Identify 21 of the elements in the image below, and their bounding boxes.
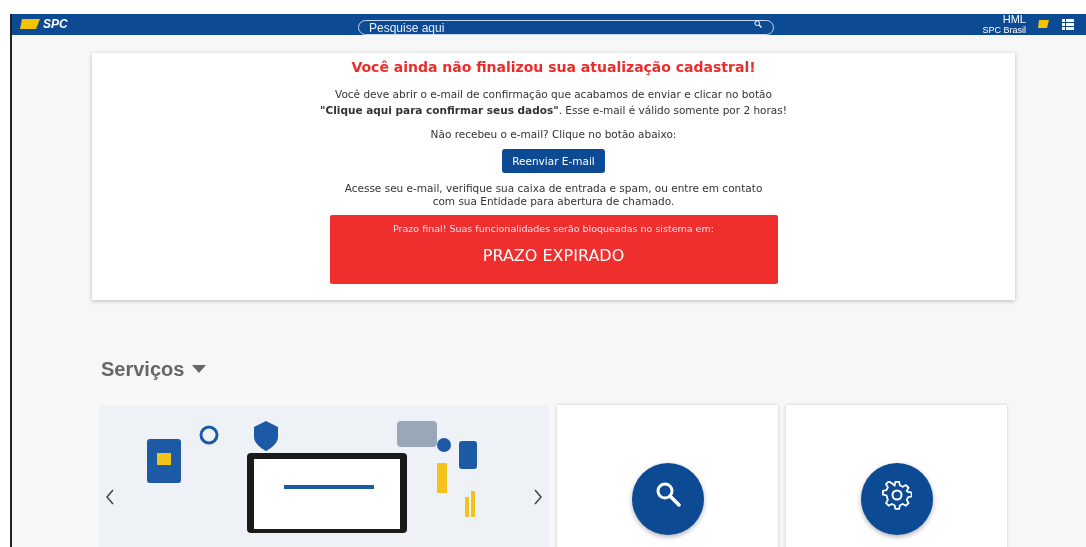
flag-icon[interactable] (1038, 19, 1050, 30)
grid-menu-icon[interactable] (1062, 19, 1074, 30)
settings-icon (881, 480, 912, 511)
search-field[interactable]: Pesquise aqui (358, 20, 774, 36)
environment-label: HML (1002, 14, 1026, 26)
organization-name: SPC Brasil (982, 25, 1026, 35)
section-title: Serviços (101, 357, 185, 381)
alert-message: Você deve abrir o e-mail de confirmação que acabamos de enviar e clicar no botão "Clique aqui para confirmar seus dados". Esse e-mail é válido somente por 2 horas! (319, 87, 788, 118)
deadline-value: PRAZO EXPIRADO (482, 245, 625, 265)
service-card[interactable] (557, 404, 778, 547)
caret-icon[interactable] (192, 365, 207, 374)
help-text: Acesse seu e-mail, verifique sua caixa de entrada e spam, ou entre em contato com sua Entidade para abertura de chamado. (343, 182, 764, 208)
alert-title: Você ainda não finalizou sua atualização cadastral! (351, 59, 756, 75)
search-icon (754, 20, 762, 29)
resend-prompt: Não recebeu o e-mail? Clique no botão abaixo: (430, 128, 677, 141)
resend-email-button[interactable]: Reenviar E-mail (502, 149, 605, 174)
search-icon (654, 480, 681, 507)
service-card[interactable] (786, 404, 1007, 547)
logo-icon (20, 17, 42, 32)
logo-text: SPC (43, 17, 68, 32)
deadline-label: Prazo final! Suas funcionalidades serão bloqueadas no sistema em: (393, 222, 714, 234)
